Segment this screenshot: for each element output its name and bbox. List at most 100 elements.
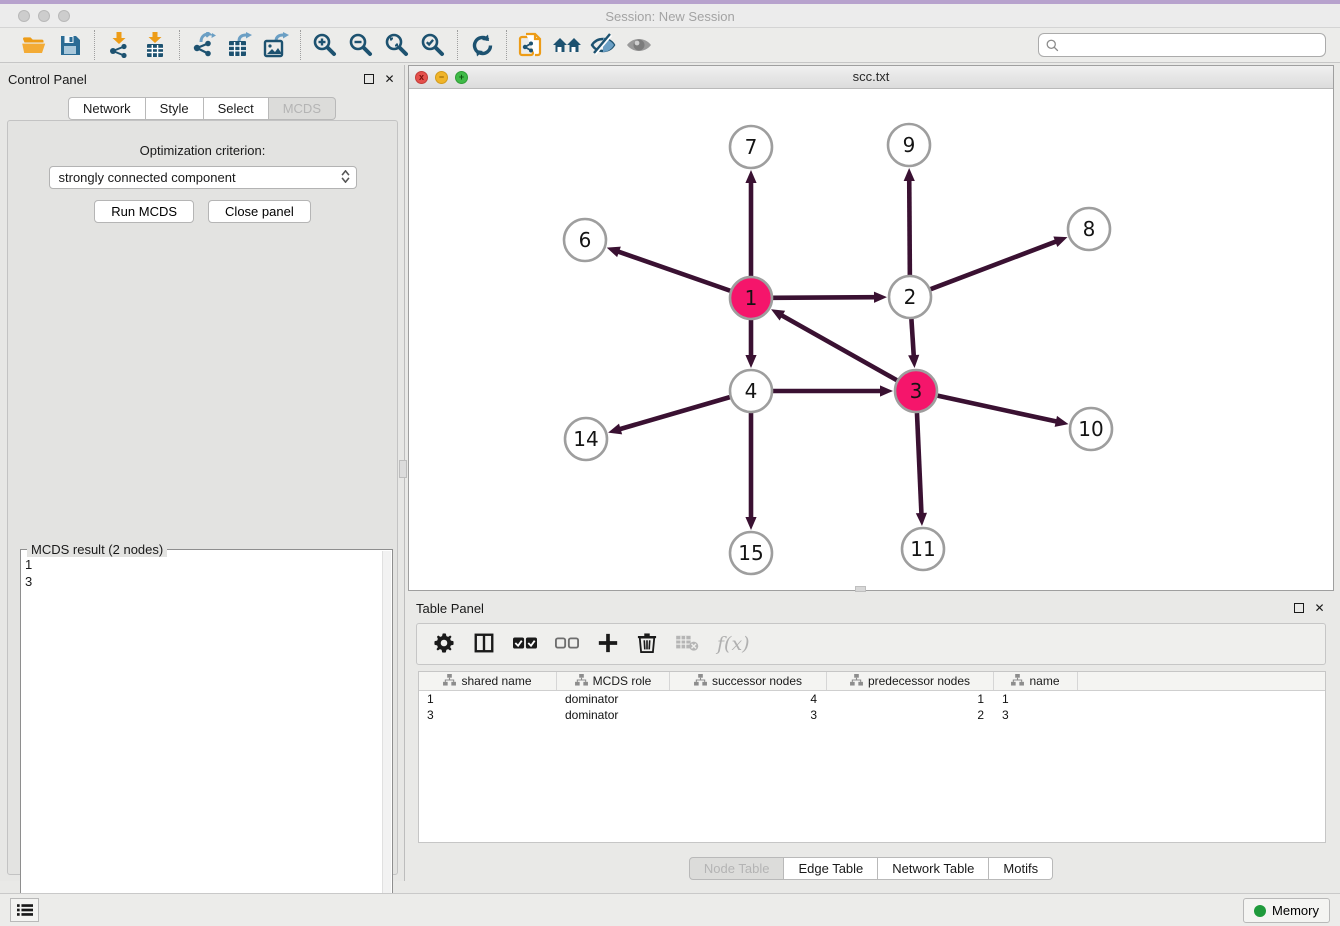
criterion-select[interactable]: strongly connected component bbox=[49, 166, 357, 189]
float-panel-icon[interactable] bbox=[362, 73, 375, 86]
zoom-out-button[interactable] bbox=[346, 31, 376, 59]
float-table-panel-icon[interactable] bbox=[1292, 602, 1305, 615]
tab-network-table[interactable]: Network Table bbox=[878, 857, 989, 880]
cell-successor-nodes[interactable]: 4 bbox=[670, 691, 827, 707]
tab-edge-table[interactable]: Edge Table bbox=[784, 857, 878, 880]
select-all-rows-button[interactable] bbox=[513, 629, 537, 659]
cell-predecessor-nodes[interactable]: 1 bbox=[827, 691, 994, 707]
column-header-MCDS-role[interactable]: MCDS role bbox=[557, 672, 670, 690]
graph-node-8[interactable]: 8 bbox=[1068, 208, 1110, 250]
import-table-button[interactable] bbox=[140, 31, 170, 59]
cell-shared-name[interactable]: 1 bbox=[419, 691, 557, 707]
cell-shared-name[interactable]: 3 bbox=[419, 707, 557, 723]
column-header-shared-name[interactable]: shared name bbox=[419, 672, 557, 690]
edge-1-2[interactable] bbox=[773, 297, 876, 298]
graph-node-2[interactable]: 2 bbox=[889, 276, 931, 318]
cell-name[interactable]: 3 bbox=[994, 707, 1078, 723]
search-input[interactable] bbox=[1038, 33, 1326, 57]
edge-2-3[interactable] bbox=[911, 319, 913, 357]
result-scrollbar[interactable] bbox=[382, 551, 391, 925]
graph-node-1[interactable]: 1 bbox=[730, 277, 772, 319]
graph-node-4[interactable]: 4 bbox=[730, 370, 772, 412]
graph-node-6[interactable]: 6 bbox=[564, 219, 606, 261]
tab-node-table[interactable]: Node Table bbox=[689, 857, 785, 880]
run-mcds-button[interactable]: Run MCDS bbox=[94, 200, 194, 223]
delete-column-button[interactable] bbox=[637, 629, 657, 659]
tab-mcds[interactable]: MCDS bbox=[269, 97, 336, 120]
edge-2-9[interactable] bbox=[909, 179, 910, 275]
open-session-button[interactable] bbox=[19, 31, 49, 59]
cell-MCDS-role[interactable]: dominator bbox=[557, 707, 670, 723]
edge-arrow-4-14 bbox=[608, 424, 622, 435]
import-network-icon bbox=[107, 32, 131, 58]
refresh-network-button[interactable] bbox=[467, 31, 497, 59]
edge-arrow-1-7 bbox=[745, 170, 756, 183]
edge-3-10[interactable] bbox=[937, 396, 1057, 422]
graph-node-11[interactable]: 11 bbox=[902, 528, 944, 570]
network-canvas[interactable]: 7 9 6 8 1 2 4 3 14 10 15 11 bbox=[409, 89, 1333, 590]
column-header-name[interactable]: name bbox=[994, 672, 1078, 690]
edge-3-11[interactable] bbox=[917, 413, 922, 515]
toggle-graphics-details-button[interactable] bbox=[588, 31, 618, 59]
status-menu-button[interactable] bbox=[10, 898, 39, 922]
node-table[interactable]: shared nameMCDS rolesuccessor nodesprede… bbox=[418, 671, 1326, 843]
org-chart-icon bbox=[694, 674, 707, 689]
export-table-button[interactable] bbox=[225, 31, 255, 59]
zoom-selected-button[interactable] bbox=[418, 31, 448, 59]
clone-network-button[interactable] bbox=[516, 31, 546, 59]
network-overview-button[interactable] bbox=[552, 31, 582, 59]
zoom-fit-button[interactable] bbox=[382, 31, 412, 59]
edge-arrow-2-3 bbox=[908, 355, 919, 368]
graph-node-15[interactable]: 15 bbox=[730, 532, 772, 574]
graph-node-7[interactable]: 7 bbox=[730, 126, 772, 168]
result-item[interactable]: 1 bbox=[25, 556, 378, 573]
table-row[interactable]: 3dominator323 bbox=[419, 707, 1325, 723]
tab-motifs[interactable]: Motifs bbox=[989, 857, 1053, 880]
column-header-successor-nodes[interactable]: successor nodes bbox=[670, 672, 827, 690]
edge-4-14[interactable] bbox=[619, 397, 730, 429]
cell-successor-nodes[interactable]: 3 bbox=[670, 707, 827, 723]
close-panel-icon[interactable]: ✕ bbox=[383, 73, 396, 86]
select-stepper-icon bbox=[341, 170, 350, 183]
table-row[interactable]: 1dominator411 bbox=[419, 691, 1325, 707]
column-header-predecessor-nodes[interactable]: predecessor nodes bbox=[827, 672, 994, 690]
graph-node-9[interactable]: 9 bbox=[888, 124, 930, 166]
svg-text:3: 3 bbox=[910, 379, 923, 403]
network-window-titlebar[interactable]: x − + scc.txt bbox=[409, 66, 1333, 89]
save-session-button[interactable] bbox=[55, 31, 85, 59]
export-network-button[interactable] bbox=[189, 31, 219, 59]
deselect-all-rows-button[interactable] bbox=[555, 629, 579, 659]
show-hide-panel-button[interactable] bbox=[624, 31, 654, 59]
cell-name[interactable]: 1 bbox=[994, 691, 1078, 707]
tab-select[interactable]: Select bbox=[204, 97, 269, 120]
result-item[interactable]: 3 bbox=[25, 573, 378, 590]
tab-network[interactable]: Network bbox=[68, 97, 146, 120]
graph-node-10[interactable]: 10 bbox=[1070, 408, 1112, 450]
horizontal-splitter-handle[interactable] bbox=[855, 586, 866, 592]
add-column-button[interactable] bbox=[597, 629, 619, 659]
table-settings-button[interactable] bbox=[433, 629, 455, 659]
import-network-button[interactable] bbox=[104, 31, 134, 59]
cell-MCDS-role[interactable]: dominator bbox=[557, 691, 670, 707]
show-hide-panel-icon bbox=[625, 34, 653, 56]
graph-node-3[interactable]: 3 bbox=[895, 370, 937, 412]
cell-predecessor-nodes[interactable]: 2 bbox=[827, 707, 994, 723]
column-layout-button[interactable] bbox=[473, 629, 495, 659]
tab-style[interactable]: Style bbox=[146, 97, 204, 120]
export-image-button[interactable] bbox=[261, 31, 291, 59]
mcds-result-list[interactable]: 13 bbox=[25, 556, 378, 922]
edge-1-6[interactable] bbox=[617, 251, 730, 291]
memory-button[interactable]: Memory bbox=[1243, 898, 1330, 923]
close-panel-button[interactable]: Close panel bbox=[208, 200, 311, 223]
edge-3-1[interactable] bbox=[781, 315, 897, 381]
edge-2-8[interactable] bbox=[931, 241, 1058, 289]
toolbar-group bbox=[507, 31, 663, 59]
svg-text:10: 10 bbox=[1078, 417, 1103, 441]
org-chart-icon bbox=[850, 674, 863, 689]
close-table-panel-icon[interactable]: ✕ bbox=[1313, 602, 1326, 615]
zoom-in-button[interactable] bbox=[310, 31, 340, 59]
graph-node-14[interactable]: 14 bbox=[565, 418, 607, 460]
vertical-splitter-handle[interactable] bbox=[399, 460, 407, 478]
network-graph[interactable]: 7 9 6 8 1 2 4 3 14 10 15 11 bbox=[409, 89, 1333, 590]
delete-table-icon bbox=[675, 634, 699, 655]
